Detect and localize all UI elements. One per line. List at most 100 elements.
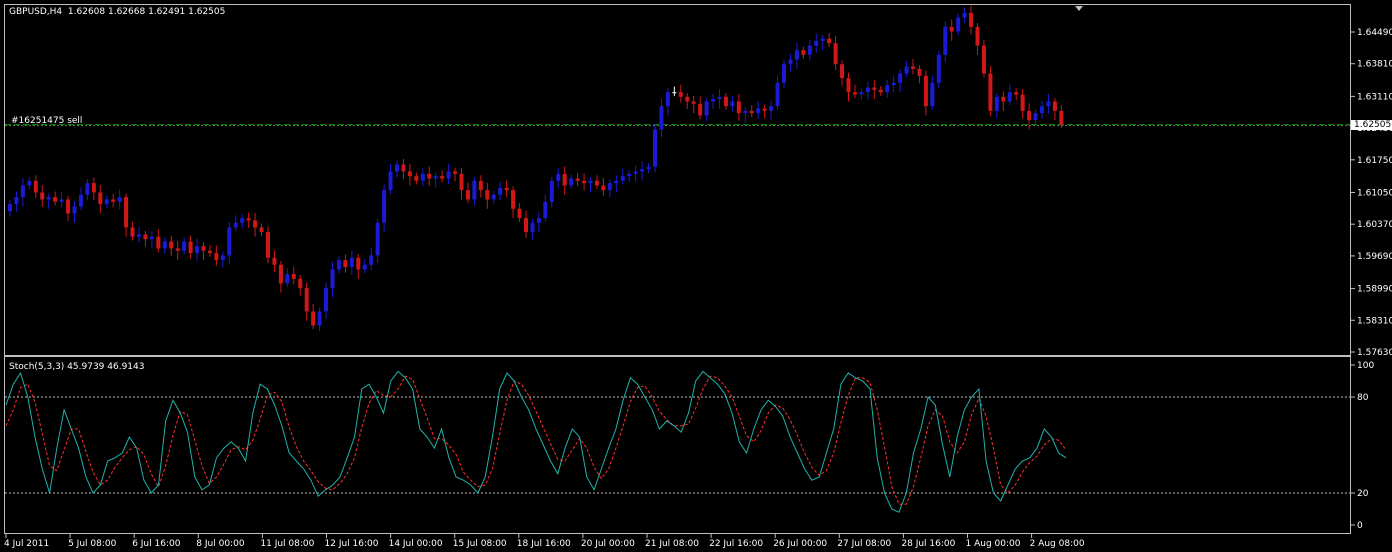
candle-body [453,171,458,174]
candle-body [343,260,348,268]
time-tick-label: 4 Jul 2011 [4,539,49,549]
candle-body [33,180,38,193]
candle-body [195,246,200,254]
time-tick-label: 6 Jul 16:00 [132,539,181,549]
candle-body [775,82,780,107]
chart-canvas[interactable]: 1.644901.638101.631101.624301.617501.610… [0,0,1392,552]
candle-body [730,101,735,107]
time-tick-label: 8 Jul 00:00 [196,539,245,549]
candle-body [575,178,580,181]
time-tick-label: 15 Jul 08:00 [453,539,507,549]
current-price-badge: 1.62505 [1351,120,1392,130]
candle-body [91,183,96,193]
candle-body [936,54,941,83]
candle-body [782,64,786,83]
candle-body [917,68,922,76]
candle-body [723,96,728,107]
candle-body [1014,92,1019,95]
candle-body [672,92,677,94]
candle-body [111,199,116,202]
candle-body [66,199,71,214]
candle-body [240,218,245,223]
candle-body [498,187,503,195]
candle-body [885,85,890,93]
candle-body [227,227,232,256]
candle-body [911,66,915,69]
candle-body [207,250,212,254]
price-tick-label: 1.58310 [1357,316,1392,326]
candle-body [214,253,219,261]
candle-body [530,222,535,233]
candle-body [1001,96,1006,102]
candle-body [1007,92,1012,102]
candle-body [427,173,432,179]
time-tick-label: 22 Jul 16:00 [709,539,763,549]
candle-body [994,96,999,111]
candle-body [620,176,625,181]
candle-body [878,89,883,93]
candle-body [278,264,283,284]
candle-body [859,92,864,95]
candle-body [762,108,767,111]
candle-body [633,171,638,174]
candle-body [653,129,657,167]
candle-body [420,173,425,181]
candle-body [388,171,393,191]
candle-body [336,260,341,270]
candle-body [27,180,32,186]
candle-body [485,190,490,200]
candle-body [904,66,909,74]
candle-body [956,17,961,32]
candle-body [40,192,45,200]
chart-shift-marker-icon [1075,6,1083,11]
candle-body [646,166,651,170]
time-tick-label: 27 Jul 08:00 [837,539,891,549]
candle-body [53,197,58,202]
candle-body [891,82,896,86]
time-tick-label: 28 Jul 16:00 [901,539,955,549]
candle-body [1046,101,1051,107]
candle-body [272,257,277,265]
candle-body [266,232,270,258]
candle-body [291,274,296,279]
candle-body [349,257,354,268]
candle-body [1020,94,1025,111]
candle-body [1059,110,1064,125]
candle-body [569,178,574,186]
candle-body [98,192,103,205]
candle-body [517,208,522,219]
candle-body [743,110,748,114]
candle-body [704,101,709,116]
stoch-tick-label: 100 [1357,361,1374,371]
candle-body [317,311,322,326]
candle-body [169,241,174,249]
candle-body [156,236,161,249]
time-tick-label: 21 Jul 08:00 [645,539,699,549]
candle-body [827,38,832,44]
candle-body [324,288,329,312]
candle-body [46,197,51,200]
candle-body [1052,101,1057,111]
candle-body [414,176,419,181]
candle-body [401,164,406,172]
candle-body [446,171,451,179]
candle-body [478,180,483,191]
candle-body [852,92,857,95]
candle-body [78,194,83,207]
candle-body [395,164,399,172]
candle-body [949,26,954,32]
candle-body [511,190,516,209]
candle-body [369,255,374,265]
candle-body [769,106,774,111]
candle-body [382,190,387,223]
candle-body [698,103,703,116]
candle-body [433,176,438,179]
candle-body [736,101,741,114]
candle-body [504,187,509,191]
candle-body [840,64,845,79]
candle-body [143,234,148,240]
ohlc-readout: 1.62608 1.62668 1.62491 1.62505 [67,7,226,17]
candle-body [175,248,180,251]
price-tick-label: 1.58990 [1357,285,1392,295]
candle-body [711,99,716,102]
